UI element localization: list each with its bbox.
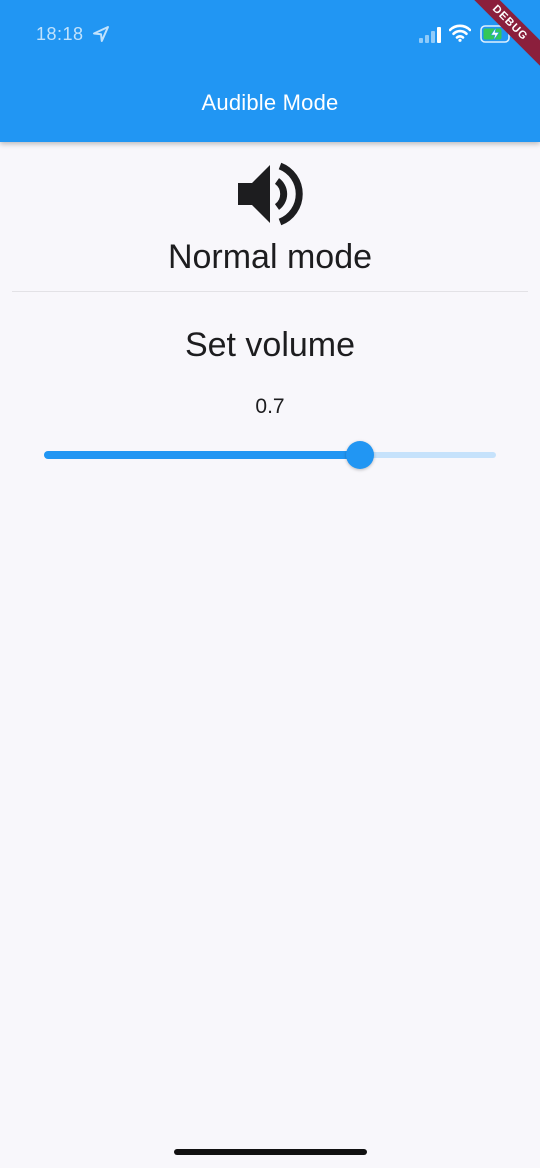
cellular-signal-icon: [419, 27, 441, 43]
status-time: 18:18: [36, 24, 84, 44]
screen: 18:18 Audible Mode DEBUG Normal mode Set…: [0, 0, 540, 1168]
set-volume-title: Set volume: [184, 326, 356, 364]
volume-value-label: 0.7: [255, 395, 285, 418]
home-indicator[interactable]: [174, 1149, 367, 1155]
volume-slider[interactable]: [44, 440, 496, 470]
wifi-icon: [449, 24, 471, 42]
volume-up-icon: [238, 162, 303, 226]
slider-thumb[interactable]: [346, 441, 375, 469]
app-bar: 18:18 Audible Mode: [0, 0, 540, 142]
slider-active-track[interactable]: [44, 451, 361, 459]
mode-label: Normal mode: [167, 238, 373, 276]
location-arrow-icon: [93, 26, 109, 42]
divider: [12, 291, 528, 292]
app-bar-title: Audible Mode: [201, 90, 339, 115]
